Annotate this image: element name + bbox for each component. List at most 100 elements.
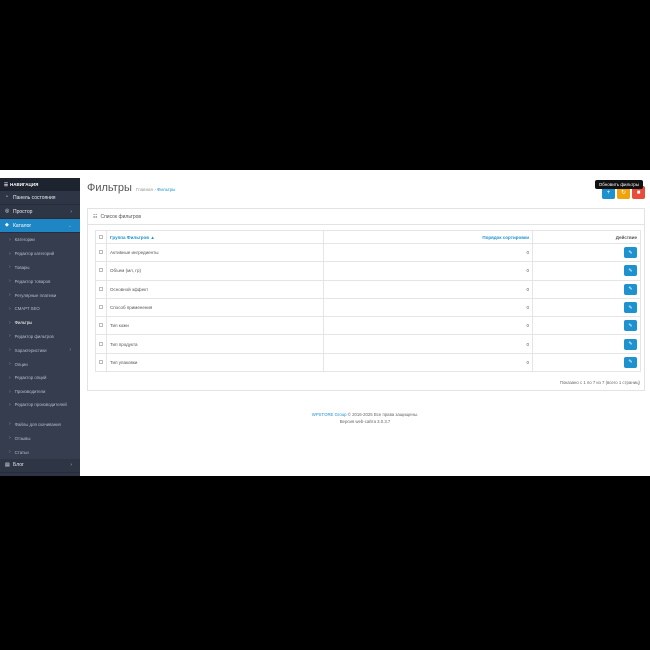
sort-order-value: 0: [323, 316, 533, 336]
footer-version: Версия web-сайта 3.0.3.7: [339, 419, 391, 424]
breadcrumb-home[interactable]: Главная: [136, 187, 153, 192]
submenu-item-option-editor[interactable]: › Редактор опций: [0, 371, 80, 385]
submenu-item-label: Фильтры: [14, 320, 33, 326]
chevron-right-icon: ›: [70, 208, 72, 215]
submenu-item-label: Редактор категорий: [14, 251, 54, 257]
action-cell: ✎: [532, 297, 641, 318]
submenu-item-filters[interactable]: › Фильтры: [0, 316, 80, 330]
sort-order-value: 0: [323, 279, 533, 299]
filter-group-name: Основной эффект: [106, 279, 324, 299]
edit-button[interactable]: ✎: [624, 283, 637, 295]
sidebar-item-catalog[interactable]: ◆ Каталог ⌄: [0, 219, 80, 233]
bullet-icon: ›: [9, 333, 11, 340]
bullet-icon: ›: [9, 305, 11, 312]
edit-button[interactable]: ✎: [624, 265, 637, 277]
sidebar-item-blog[interactable]: ▤ Блог ›: [0, 459, 80, 473]
main-content: Фильтры Главная › Фильтры Обновить фильт…: [80, 178, 650, 476]
refresh-icon: ↻: [620, 190, 627, 196]
bullet-icon: ›: [9, 361, 11, 368]
filter-group-name: Объем (мл, гр): [106, 261, 324, 281]
edit-button[interactable]: ✎: [624, 302, 637, 314]
submenu-item-articles[interactable]: › Статьи: [0, 445, 80, 459]
pencil-icon: ✎: [628, 359, 633, 366]
breadcrumb: Главная › Фильтры: [136, 187, 176, 192]
bullet-icon: ›: [9, 278, 11, 285]
row-checkbox[interactable]: [99, 286, 103, 291]
row-select-cell: [95, 261, 107, 281]
submenu-item-product-editor[interactable]: › Редактор товаров: [0, 274, 80, 288]
plus-icon: +: [606, 189, 611, 196]
submenu-item-attributes[interactable]: › Характеристики ›: [0, 343, 80, 357]
submenu-item-label: Характеристики: [14, 347, 47, 353]
bullet-icon: ›: [9, 347, 11, 354]
submenu-item-downloads[interactable]: › Файлы для скачивания: [0, 418, 80, 432]
submenu-item-category-editor[interactable]: › Редактор категорий: [0, 247, 80, 261]
submenu-item-manufacturers[interactable]: › Производители: [0, 385, 80, 399]
edit-button[interactable]: ✎: [624, 320, 637, 332]
submenu-item-label: Товары: [14, 264, 30, 270]
pencil-icon: ✎: [628, 304, 633, 311]
row-select-cell: [95, 297, 107, 318]
submenu-item-label: Редактор производителей: [14, 401, 67, 407]
sidebar-item-label: Блог: [13, 462, 24, 469]
sort-order-value: 0: [323, 261, 533, 281]
table-row: Тип кожи 0 ✎: [95, 316, 641, 336]
page-title: Фильтры: [87, 182, 132, 194]
submenu-item-filter-editor[interactable]: › Редактор фильтров: [0, 330, 80, 344]
catalog-submenu: › Категории › Редактор категорий › Товары ›…: [0, 233, 80, 459]
sidebar-item-prostor[interactable]: ◎ Простор ›: [0, 205, 80, 219]
sort-by-name-link[interactable]: Группа Фильтров ▲: [110, 235, 155, 240]
table-row: Способ применения 0 ✎: [95, 297, 641, 318]
table-row: Тип упаковки 0 ✎: [95, 352, 641, 373]
trash-icon: ■: [636, 189, 641, 196]
page-header: Фильтры Главная › Фильтры: [87, 182, 175, 194]
edit-button[interactable]: ✎: [624, 338, 637, 350]
submenu-item-categories[interactable]: › Категории: [0, 233, 80, 247]
submenu-item-label: Редактор товаров: [14, 278, 51, 284]
globe-icon: ◎: [5, 208, 10, 214]
submenu-item-label: Производители: [14, 389, 46, 395]
chevron-right-icon: ›: [69, 347, 71, 354]
refresh-tooltip: Обновить фильтры: [594, 180, 643, 189]
breadcrumb-current[interactable]: Фильтры: [157, 187, 175, 192]
row-checkbox[interactable]: [99, 268, 103, 273]
edit-button[interactable]: ✎: [624, 247, 637, 259]
row-checkbox[interactable]: [99, 250, 103, 255]
submenu-item-options[interactable]: › Опции: [0, 357, 80, 371]
row-checkbox[interactable]: [99, 323, 103, 328]
action-cell: ✎: [532, 242, 641, 263]
filter-group-name: Активные ингредиенты: [106, 242, 324, 263]
submenu-item-manufacturer-editor[interactable]: › Редактор производителей: [0, 399, 80, 418]
row-checkbox[interactable]: [99, 305, 103, 310]
submenu-item-recurring[interactable]: › Регулярные платежи: [0, 288, 80, 302]
footer-brand-link[interactable]: WPSTORE Group: [312, 412, 347, 417]
sidebar-item-dashboard[interactable]: ◔ Панель состояния: [0, 191, 80, 205]
bullet-icon: ›: [9, 435, 11, 442]
table-row: Активные ингредиенты 0 ✎: [95, 242, 641, 263]
bullet-icon: ›: [9, 388, 11, 395]
submenu-item-label: Статьи: [14, 449, 29, 455]
row-select-cell: [95, 334, 107, 354]
filter-group-name: Тип кожи: [106, 316, 324, 336]
footer: WPSTORE Group © 2016-2025 Все права защи…: [80, 411, 650, 425]
edit-button[interactable]: ✎: [624, 356, 637, 368]
submenu-item-label: СМАРТ SEO: [14, 306, 40, 312]
submenu-item-products[interactable]: › Товары: [0, 261, 80, 275]
submenu-item-smart-seo[interactable]: › СМАРТ SEO: [0, 302, 80, 316]
select-all-checkbox[interactable]: [99, 234, 103, 239]
list-icon: ☷: [93, 213, 98, 220]
sort-by-order-link[interactable]: Порядок сортировки: [482, 235, 529, 240]
pencil-icon: ✎: [628, 286, 633, 293]
row-checkbox[interactable]: [99, 341, 103, 346]
pencil-icon: ✎: [628, 267, 633, 274]
select-all-cell: [95, 230, 107, 244]
table-row: Объем (мл, гр) 0 ✎: [95, 261, 641, 281]
action-cell: ✎: [532, 261, 641, 281]
row-select-cell: [95, 242, 107, 263]
submenu-item-reviews[interactable]: › Отзывы: [0, 431, 80, 445]
row-checkbox[interactable]: [99, 359, 103, 364]
bullet-icon: ›: [9, 236, 11, 243]
row-select-cell: [95, 316, 107, 336]
footer-rights: © 2016-2025 Все права защищены.: [346, 412, 419, 417]
filter-list-panel: ☷ Список фильтров Группа Фильтров ▲ Поря…: [87, 208, 645, 391]
